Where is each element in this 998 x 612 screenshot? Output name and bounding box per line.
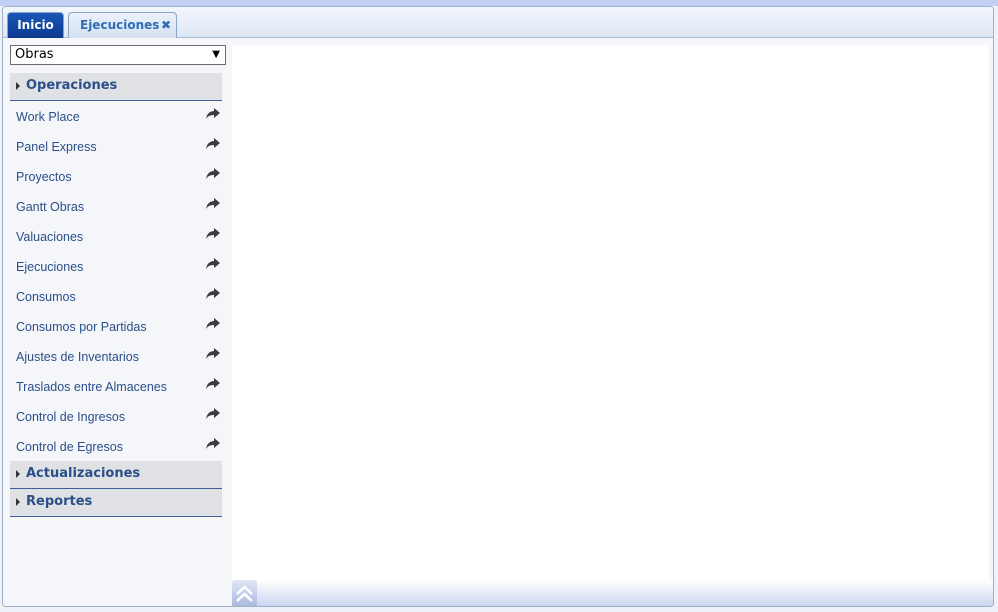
share-arrow-icon[interactable] [206,348,220,360]
section-title: Actualizaciones [26,466,141,481]
collapse-button[interactable] [232,580,257,606]
menu-item-label: Valuaciones [16,230,84,244]
caret-right-icon [16,82,20,90]
menu-item-label: Work Place [16,110,80,124]
menu-item[interactable]: Proyectos [16,162,222,192]
menu-item[interactable]: Control de Egresos [16,432,222,462]
menu-item-label: Consumos por Partidas [16,320,147,334]
sidebar: Obras ▼ Operaciones Work Place Panel Expr… [3,39,232,606]
menu-item-label: Proyectos [16,170,72,184]
tab-bar: Inicio Ejecuciones ✖ [3,7,993,38]
app-window: Inicio Ejecuciones ✖ Obras ▼ Operaciones… [2,6,994,607]
menu-item-label: Panel Express [16,140,97,154]
tab-label: Ejecuciones [80,18,160,32]
tab-inicio[interactable]: Inicio [7,12,64,38]
menu-item[interactable]: Ajustes de Inventarios [16,342,222,372]
share-arrow-icon[interactable] [206,258,220,270]
menu-item[interactable]: Ejecuciones [16,252,222,282]
share-arrow-icon[interactable] [206,228,220,240]
share-arrow-icon[interactable] [206,138,220,150]
dropdown-arrow-icon: ▼ [212,49,220,60]
close-icon[interactable]: ✖ [161,13,171,37]
caret-right-icon [16,498,20,506]
menu-item[interactable]: Work Place [16,102,222,132]
module-select[interactable]: Obras ▼ [10,45,226,65]
menu-item-label: Ejecuciones [16,260,84,274]
menu-item[interactable]: Gantt Obras [16,192,222,222]
share-arrow-icon[interactable] [206,168,220,180]
menu-item-label: Consumos [16,290,76,304]
main-content [232,45,989,590]
bottom-bar [232,580,993,606]
share-arrow-icon[interactable] [206,108,220,120]
module-select-value: Obras [15,47,54,62]
menu-item[interactable]: Panel Express [16,132,222,162]
share-arrow-icon[interactable] [206,288,220,300]
menu-item-label: Gantt Obras [16,200,85,214]
menu-item-label: Control de Ingresos [16,410,126,424]
tab-label: Inicio [17,18,54,32]
section-actualizaciones[interactable]: Actualizaciones [10,461,222,489]
section-operaciones[interactable]: Operaciones [10,73,222,101]
menu-item[interactable]: Traslados entre Almacenes [16,372,222,402]
menu-item[interactable]: Consumos por Partidas [16,312,222,342]
section-title: Reportes [26,494,93,509]
caret-right-icon [16,470,20,478]
share-arrow-icon[interactable] [206,318,220,330]
share-arrow-icon[interactable] [206,408,220,420]
menu-item-label: Control de Egresos [16,440,124,454]
tab-ejecuciones[interactable]: Ejecuciones ✖ [68,12,177,38]
menu-item[interactable]: Valuaciones [16,222,222,252]
section-reportes[interactable]: Reportes [10,489,222,517]
app-frame: Inicio Ejecuciones ✖ Obras ▼ Operaciones… [0,0,998,612]
menu-item-label: Traslados entre Almacenes [16,380,168,394]
menu-item[interactable]: Consumos [16,282,222,312]
double-chevron-up-icon [236,585,253,602]
share-arrow-icon[interactable] [206,378,220,390]
section-title: Operaciones [26,78,118,93]
menu-item[interactable]: Control de Ingresos [16,402,222,432]
share-arrow-icon[interactable] [206,198,220,210]
share-arrow-icon[interactable] [206,438,220,450]
menu-item-label: Ajustes de Inventarios [16,350,139,364]
